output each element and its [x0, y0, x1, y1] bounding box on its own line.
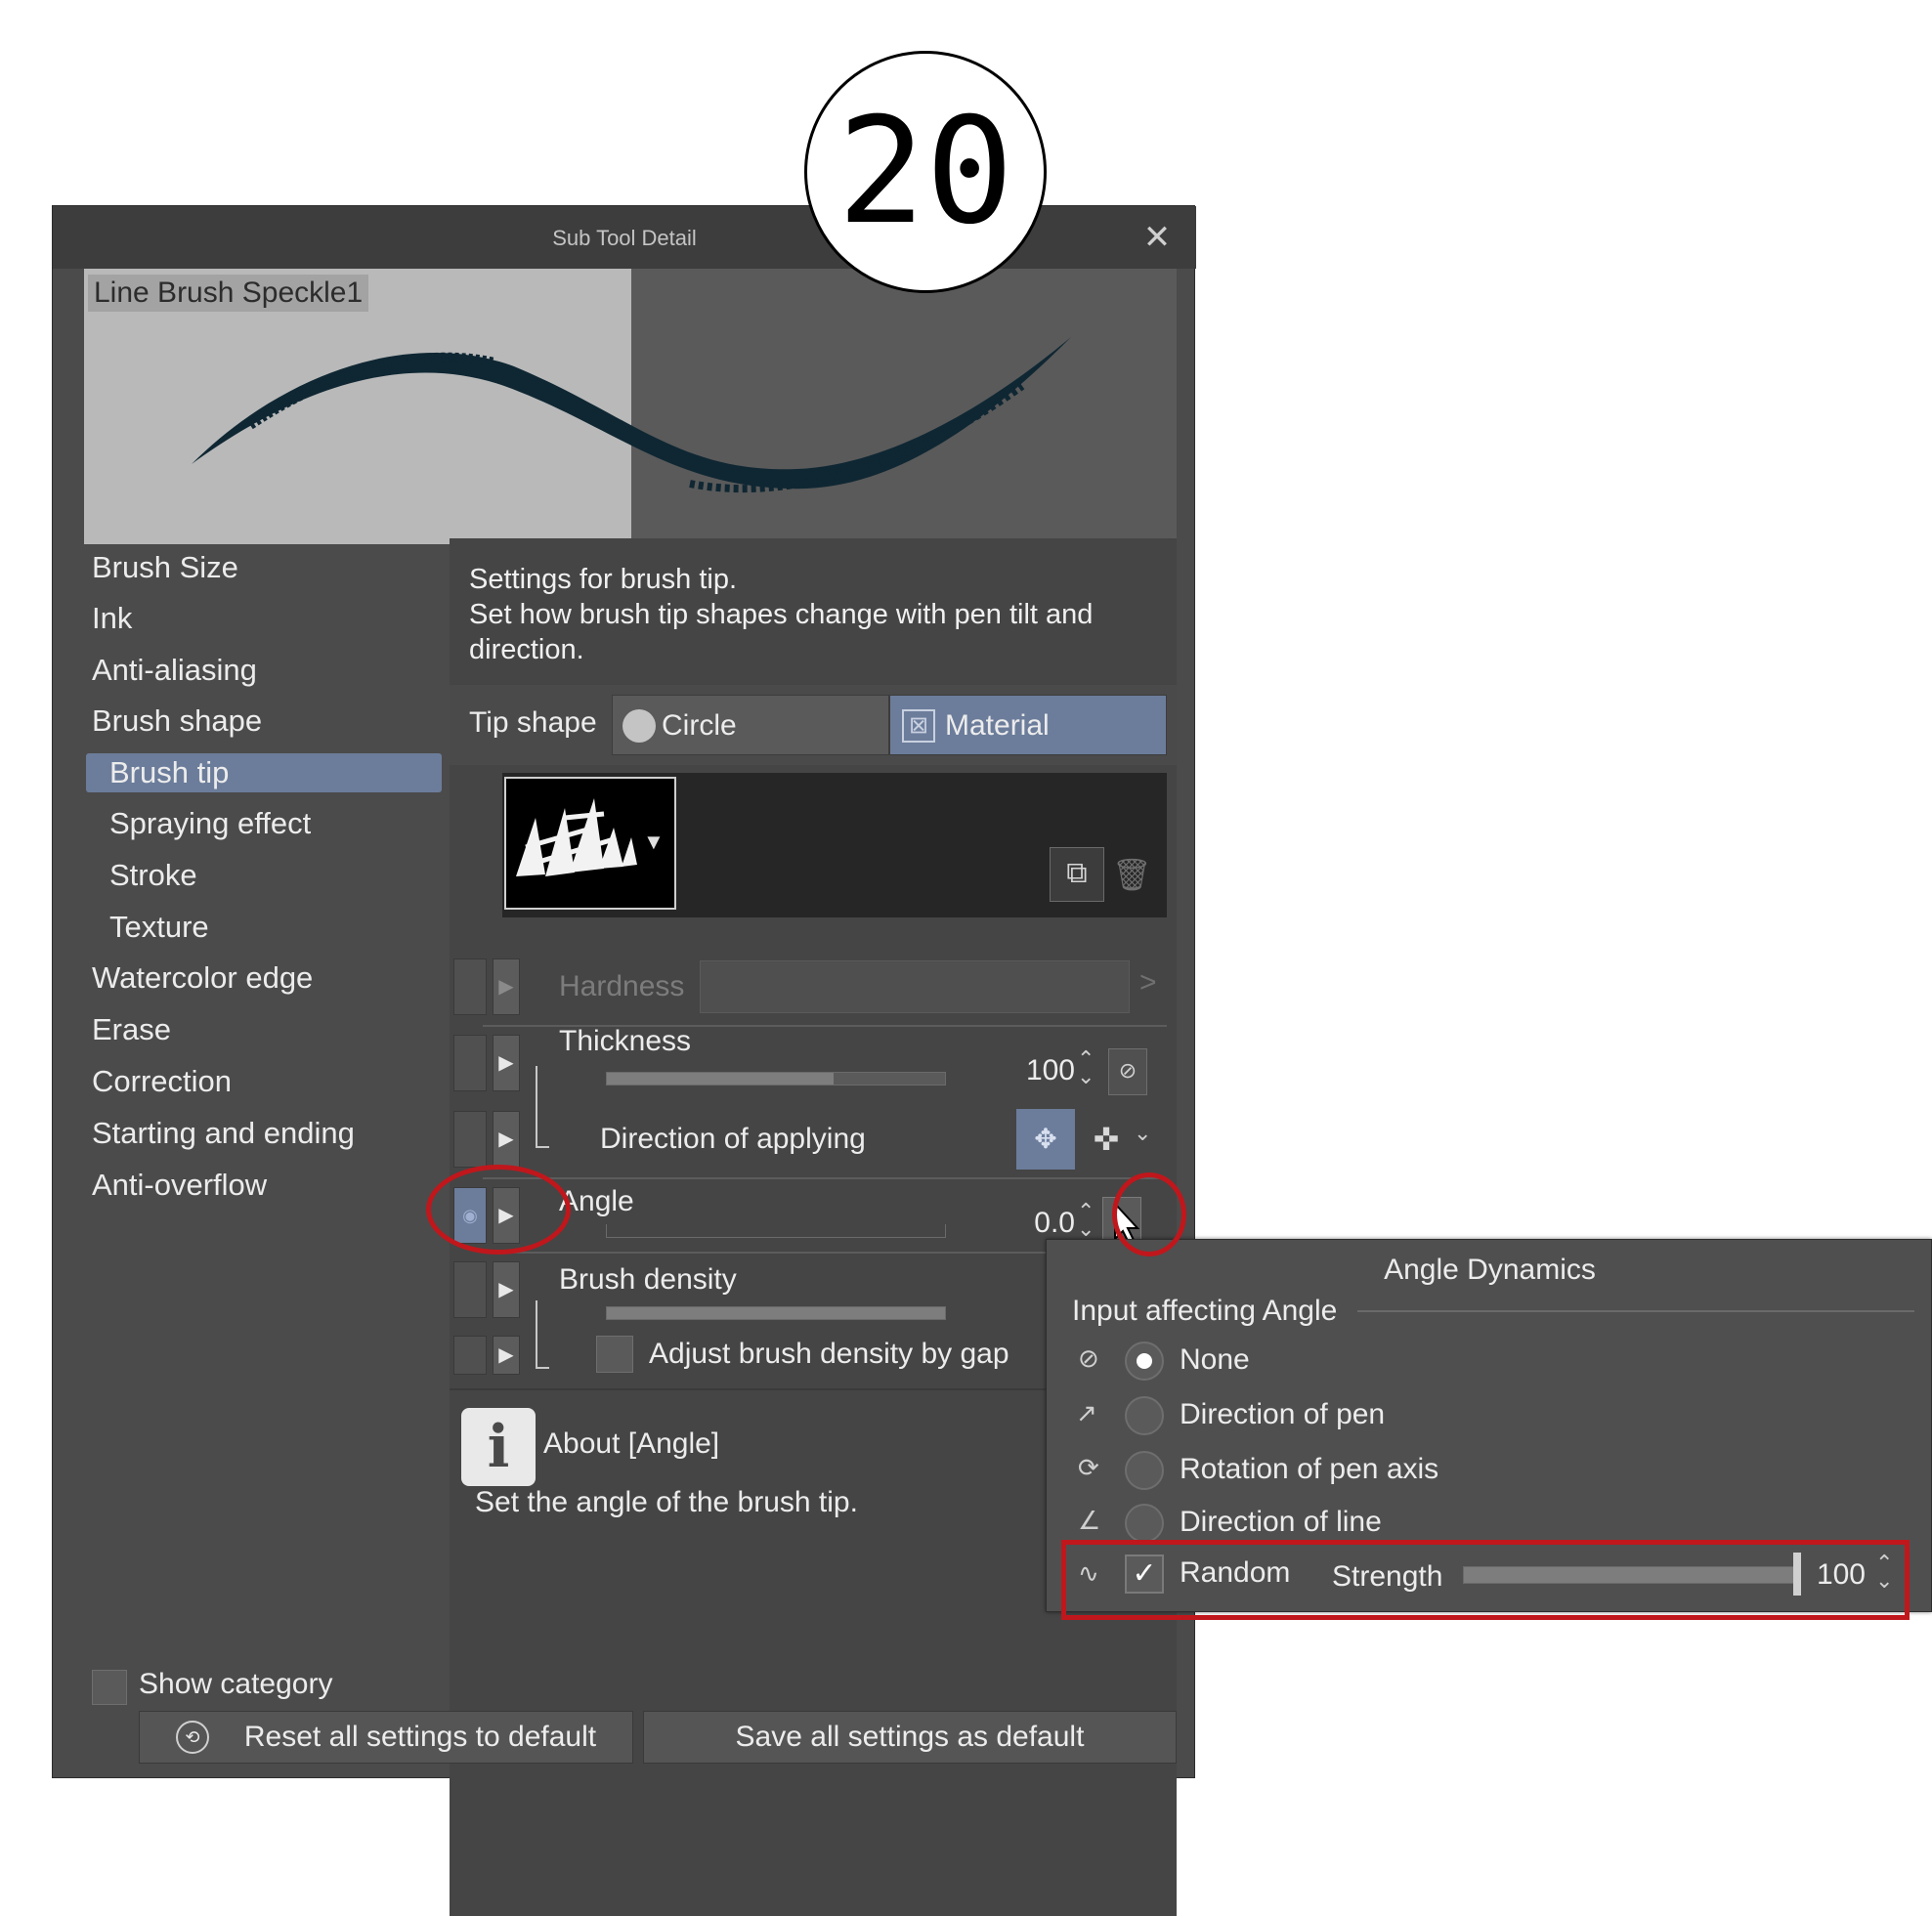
angle-value[interactable]: 0.0	[987, 1207, 1075, 1240]
adjust-density-expand-icon[interactable]: ▶	[493, 1336, 520, 1375]
tip-shape-material-label: Material	[945, 709, 1050, 742]
category-brush-tip[interactable]: Brush tip	[86, 753, 442, 792]
angle-spinner-icon[interactable]: ⌃ ⌄	[1077, 1201, 1095, 1240]
reset-all-settings-button[interactable]: ⟲ Reset all settings to default	[139, 1711, 633, 1764]
popup-title: Angle Dynamics	[1384, 1254, 1596, 1286]
rotation-of-pen-axis-label: Rotation of pen axis	[1180, 1453, 1439, 1485]
tip-material-thumbnail[interactable]: ▼	[504, 777, 676, 910]
rotation-of-pen-axis-radio[interactable]	[1125, 1451, 1164, 1490]
close-button[interactable]: ✕	[1138, 218, 1177, 257]
tree-connector	[536, 1367, 549, 1369]
about-text: Set the angle of the brush tip.	[475, 1486, 858, 1518]
direction-of-applying-label: Direction of applying	[600, 1123, 866, 1155]
brush-density-visibility-toggle[interactable]	[453, 1261, 487, 1318]
brush-density-expand-icon[interactable]: ▶	[493, 1261, 520, 1318]
tree-connector	[536, 1066, 537, 1148]
brush-stroke-preview: Line Brush Speckle1	[84, 269, 1177, 544]
thickness-spinner-icon[interactable]: ⌃ ⌄	[1077, 1048, 1095, 1087]
sub-tool-detail-dialog: Sub Tool Detail ✕ Line Brush Speckle1 Br…	[52, 205, 1196, 1916]
direction-visibility-toggle[interactable]	[453, 1111, 487, 1168]
save-all-settings-button[interactable]: Save all settings as default	[643, 1711, 1177, 1764]
direction-of-line-radio[interactable]	[1125, 1504, 1164, 1543]
tip-shape-circle-label: Circle	[662, 709, 737, 742]
angle-slider[interactable]	[606, 1224, 946, 1238]
tip-shape-row: Tip shape Circle ⊠ Material	[450, 685, 1177, 765]
category-brush-size[interactable]: Brush Size	[92, 548, 238, 587]
thickness-expand-icon[interactable]: ▶	[493, 1035, 520, 1091]
add-material-icon[interactable]: ⧉	[1050, 847, 1104, 902]
group-separator	[1357, 1310, 1914, 1312]
tip-shape-circle-option[interactable]: Circle	[612, 695, 889, 755]
direction-vertical-icon[interactable]: ✥	[1016, 1109, 1075, 1170]
category-starting-and-ending[interactable]: Starting and ending	[92, 1114, 355, 1153]
highlight-angle-toggle	[426, 1165, 571, 1255]
category-watercolor-edge[interactable]: Watercolor edge	[92, 958, 313, 998]
category-spraying-effect[interactable]: Spraying effect	[109, 804, 311, 843]
direction-of-pen-radio[interactable]	[1125, 1396, 1164, 1435]
separator	[483, 1177, 1167, 1179]
brush-density-slider[interactable]	[606, 1306, 946, 1320]
none-label: None	[1180, 1343, 1250, 1376]
tip-material-box: ▼ ⧉ 🗑	[502, 773, 1167, 917]
none-input-icon: ⊘	[1078, 1343, 1099, 1373]
description-line-2: Set how brush tip shapes change with pen…	[469, 599, 1094, 630]
hardness-visibility-toggle[interactable]	[453, 958, 487, 1015]
thickness-slider[interactable]	[606, 1072, 946, 1086]
tree-connector	[536, 1146, 549, 1148]
info-icon: i	[461, 1408, 536, 1486]
highlight-angle-dynamics-button	[1112, 1172, 1186, 1256]
adjust-density-checkbox[interactable]	[596, 1336, 633, 1373]
thickness-dynamics-icon[interactable]: ⊘	[1108, 1048, 1147, 1095]
brush-density-label: Brush density	[559, 1263, 737, 1296]
category-erase[interactable]: Erase	[92, 1010, 171, 1049]
category-texture[interactable]: Texture	[109, 908, 209, 947]
hardness-expand-icon[interactable]: ▶	[493, 958, 520, 1015]
category-anti-overflow[interactable]: Anti-overflow	[92, 1166, 267, 1205]
about-title: About [Angle]	[543, 1427, 720, 1460]
category-anti-aliasing[interactable]: Anti-aliasing	[92, 651, 257, 690]
chevron-right-icon: >	[1139, 966, 1157, 999]
thickness-value[interactable]: 100	[987, 1054, 1075, 1087]
category-stroke[interactable]: Stroke	[109, 856, 197, 895]
direction-horizontal-icon[interactable]: ✜	[1079, 1109, 1134, 1170]
tip-shape-material-option[interactable]: ⊠ Material	[889, 695, 1167, 755]
description-line-1: Settings for brush tip.	[469, 564, 738, 595]
none-radio[interactable]	[1125, 1341, 1164, 1381]
brush-density-slider-fill	[607, 1307, 945, 1319]
adjust-density-label: Adjust brush density by gap	[649, 1338, 1009, 1370]
tree-connector	[536, 1300, 537, 1369]
chevron-down-icon[interactable]: ▼	[643, 830, 665, 855]
input-affecting-angle-label: Input affecting Angle	[1072, 1295, 1338, 1327]
chevron-down-icon[interactable]: ⌄	[1134, 1121, 1151, 1146]
thickness-slider-fill	[607, 1073, 834, 1085]
save-all-settings-label: Save all settings as default	[735, 1721, 1085, 1753]
category-ink[interactable]: Ink	[92, 599, 132, 638]
category-correction[interactable]: Correction	[92, 1062, 232, 1101]
thickness-visibility-toggle[interactable]	[453, 1035, 487, 1091]
pen-direction-icon: ↗	[1076, 1398, 1097, 1427]
direction-of-pen-label: Direction of pen	[1180, 1398, 1386, 1430]
direction-of-line-label: Direction of line	[1180, 1506, 1382, 1538]
circle-icon	[623, 709, 656, 743]
tip-shape-label: Tip shape	[469, 706, 597, 739]
step-number-badge: 20	[804, 51, 1047, 293]
reset-icon: ⟲	[175, 1721, 209, 1754]
material-icon: ⊠	[902, 709, 935, 743]
thickness-label: Thickness	[559, 1025, 692, 1057]
show-category-label: Show category	[139, 1668, 333, 1700]
reset-all-settings-label: Reset all settings to default	[243, 1721, 597, 1753]
category-brush-shape[interactable]: Brush shape	[92, 702, 262, 741]
description-line-3: direction.	[469, 634, 584, 665]
show-category-checkbox[interactable]	[92, 1670, 127, 1705]
brush-name-label: Line Brush Speckle1	[88, 275, 369, 312]
line-direction-icon: ∠	[1078, 1506, 1101, 1535]
hardness-label: Hardness	[559, 970, 685, 1002]
adjust-density-visibility-toggle[interactable]	[453, 1336, 487, 1375]
trash-icon[interactable]: 🗑	[1112, 847, 1152, 902]
direction-expand-icon[interactable]: ▶	[493, 1111, 520, 1168]
highlight-random-row	[1061, 1540, 1910, 1620]
pen-rotation-icon: ⟳	[1078, 1453, 1099, 1482]
hardness-segmented	[700, 960, 1130, 1013]
